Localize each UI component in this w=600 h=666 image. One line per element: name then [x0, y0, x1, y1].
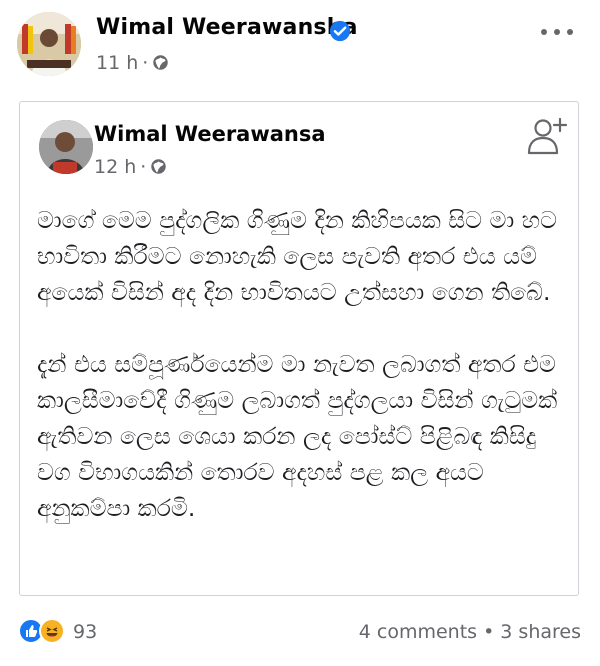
- comments-count[interactable]: 4 comments: [359, 621, 477, 643]
- post-footer: 93 4 comments • 3 shares: [0, 610, 600, 654]
- author-avatar[interactable]: [17, 12, 81, 76]
- more-options-button[interactable]: [541, 20, 573, 44]
- post-text: මාගේ මෙම පුද්ගලික ගිණුම දින කිහිපයක සිට …: [37, 202, 567, 526]
- shared-author-name[interactable]: Wimal Weerawansa: [94, 122, 326, 146]
- shared-post-time[interactable]: 12 h: [94, 156, 136, 178]
- verified-badge-icon: [329, 20, 351, 42]
- meta-separator: ·: [142, 52, 149, 74]
- post-header: Wimal Weerawansha 11 h ·: [0, 0, 600, 90]
- shared-author-avatar[interactable]: [39, 120, 93, 174]
- haha-icon: [39, 618, 65, 644]
- reaction-count[interactable]: 93: [73, 621, 97, 643]
- post-paragraph: දැන් එය සම්පූර්ණයෙන්ම මා නැවත ලබාගත් අතර…: [37, 350, 558, 522]
- shared-post-meta: 12 h ·: [94, 156, 167, 178]
- globe-icon: [151, 159, 167, 174]
- stats-separator: •: [483, 621, 495, 643]
- more-options-icon: [541, 29, 547, 35]
- globe-icon: [153, 55, 169, 70]
- post-time[interactable]: 11 h: [96, 52, 138, 74]
- meta-separator: ·: [140, 156, 147, 178]
- shares-count[interactable]: 3 shares: [500, 621, 581, 643]
- author-name[interactable]: Wimal Weerawansha: [96, 15, 358, 40]
- post-meta: 11 h ·: [96, 52, 169, 74]
- post-paragraph: මාගේ මෙම පුද්ගලික ගිණුම දින කිහිපයක සිට …: [37, 206, 558, 306]
- shared-post-card[interactable]: Wimal Weerawansa 12 h · මාගේ මෙම පුද්ගලික…: [19, 101, 579, 596]
- engagement-stats: 4 comments • 3 shares: [359, 621, 581, 643]
- add-friend-icon[interactable]: [526, 115, 568, 157]
